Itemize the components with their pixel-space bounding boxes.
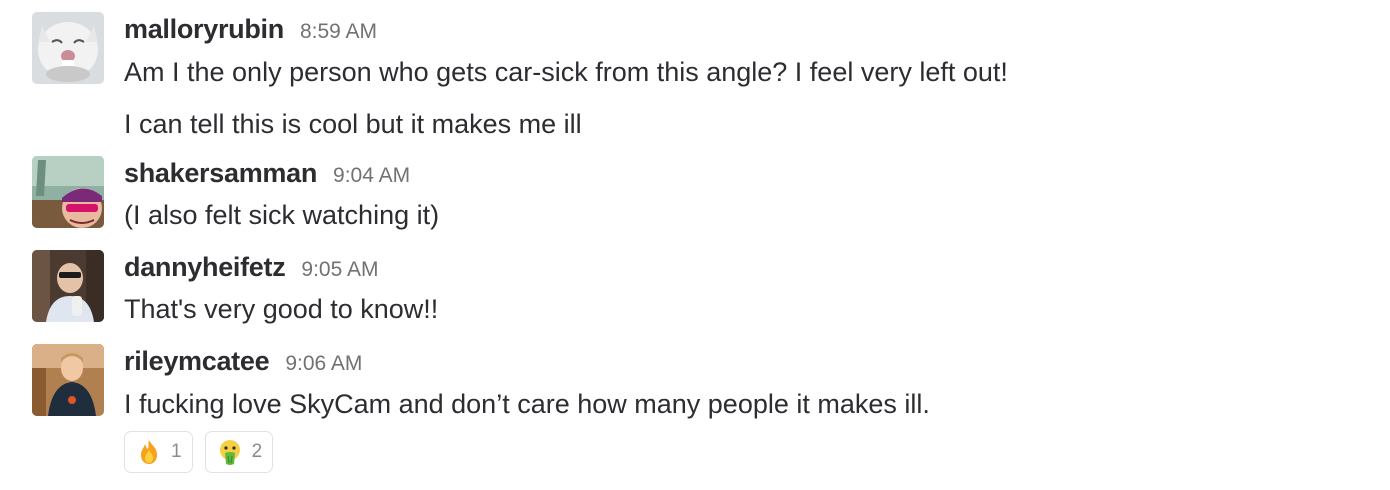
message-text: That's very good to know!! (124, 294, 439, 324)
reaction-count: 2 (251, 441, 263, 462)
message-header: shakersamman 9:04 AM (124, 158, 410, 194)
nauseated-face-icon (219, 440, 240, 465)
reactions-bar: 1 2 (124, 431, 274, 473)
person-avatar-icon (32, 156, 104, 228)
username[interactable]: rileymcatee (124, 346, 270, 377)
message-header: rileymcatee 9:06 AM (124, 346, 362, 382)
avatar[interactable] (32, 250, 104, 322)
timestamp[interactable]: 9:06 AM (285, 352, 362, 376)
person-avatar-icon (32, 250, 104, 322)
message-header: malloryrubin 8:59 AM (124, 14, 377, 50)
avatar[interactable] (32, 344, 104, 416)
username[interactable]: dannyheifetz (124, 252, 286, 283)
message-text: (I also felt sick watching it) (124, 200, 440, 230)
timestamp[interactable]: 9:04 AM (333, 164, 410, 188)
message-text: I can tell this is cool but it makes me … (124, 109, 582, 139)
username[interactable]: malloryrubin (124, 14, 284, 45)
avatar[interactable] (32, 12, 104, 84)
cat-avatar-icon (32, 12, 104, 84)
message-text: Am I the only person who gets car-sick f… (124, 57, 1008, 87)
message-text: I fucking love SkyCam and don’t care how… (124, 389, 930, 419)
reaction-count: 1 (171, 441, 182, 462)
timestamp[interactable]: 8:59 AM (300, 20, 377, 44)
fire-icon (141, 440, 157, 464)
person-avatar-icon (32, 344, 104, 416)
username[interactable]: shakersamman (124, 158, 317, 189)
reaction-fire[interactable]: 1 (124, 431, 193, 473)
reaction-nauseated-face[interactable]: 2 (204, 431, 274, 473)
avatar[interactable] (32, 156, 104, 228)
message-header: dannyheifetz 9:05 AM (124, 252, 378, 288)
timestamp[interactable]: 9:05 AM (301, 258, 378, 282)
